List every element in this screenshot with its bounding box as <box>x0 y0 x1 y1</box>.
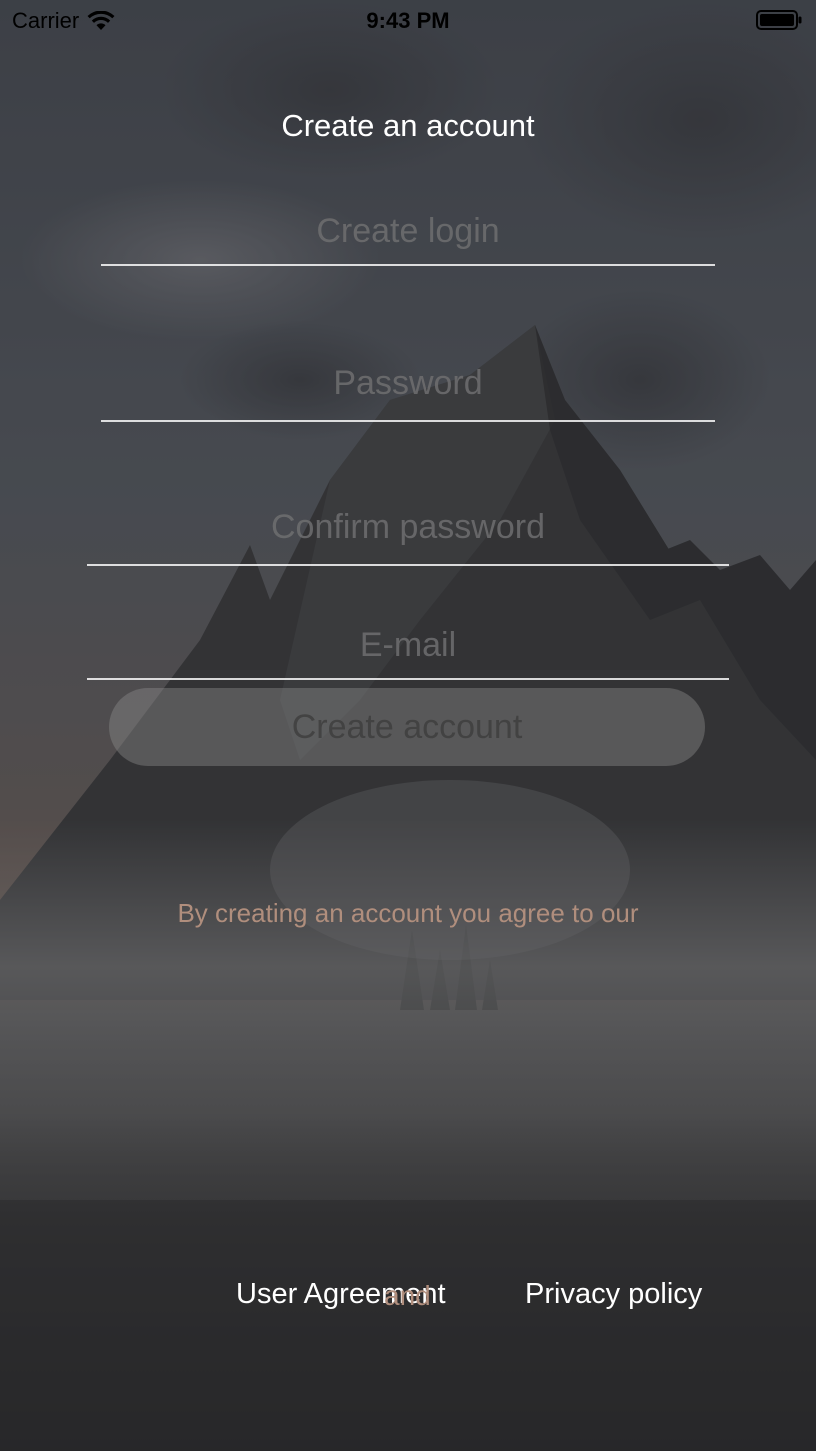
confirm-password-input[interactable] <box>87 490 729 564</box>
password-input[interactable] <box>101 346 715 420</box>
create-login-field <box>101 198 715 266</box>
email-input[interactable] <box>87 612 729 678</box>
create-login-input[interactable] <box>101 198 715 264</box>
agreement-and-text: and <box>384 1280 431 1311</box>
status-time: 9:43 PM <box>366 8 450 33</box>
create-account-screen: Carrier 9:43 PM Create an account Create… <box>0 0 816 1451</box>
battery-full-icon <box>756 10 802 30</box>
agreement-text: By creating an account you agree to our <box>177 898 639 928</box>
privacy-policy-link[interactable]: Privacy policy <box>525 1278 702 1311</box>
confirm-password-field <box>87 490 729 566</box>
page-title: Create an account <box>281 108 535 143</box>
status-bar: Carrier 9:43 PM <box>0 0 816 40</box>
email-field <box>87 612 729 680</box>
create-account-button[interactable]: Create account <box>109 688 705 766</box>
password-field <box>101 346 715 422</box>
